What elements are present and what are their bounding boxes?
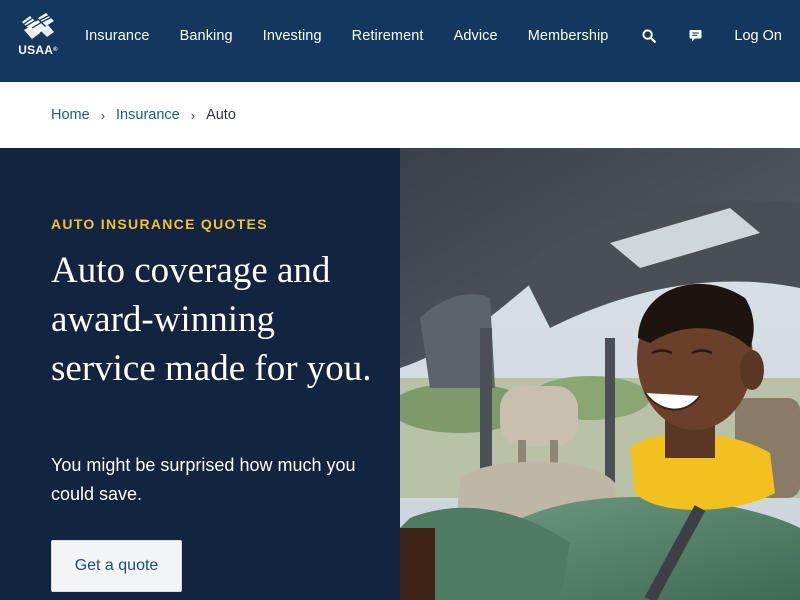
nav-investing[interactable]: Investing: [248, 28, 337, 44]
header-tools: Log On: [638, 0, 782, 72]
nav-membership[interactable]: Membership: [513, 28, 624, 44]
get-a-quote-button[interactable]: Get a quote: [51, 540, 182, 592]
eagle-logo-icon: [22, 13, 54, 39]
hero-banner: AUTO INSURANCE QUOTES Auto coverage and …: [0, 148, 800, 600]
chat-button[interactable]: [684, 29, 706, 43]
chat-icon: [689, 30, 702, 42]
nav-retirement[interactable]: Retirement: [337, 28, 439, 44]
usaa-logo[interactable]: USAA®: [16, 12, 60, 62]
breadcrumb-separator: ›: [190, 107, 196, 123]
breadcrumb: Home › Insurance › Auto: [51, 104, 236, 126]
breadcrumb-separator: ›: [100, 107, 106, 123]
search-button[interactable]: [638, 29, 660, 43]
hero-subtext: You might be surprised how much you coul…: [51, 455, 356, 504]
search-icon: [642, 29, 657, 43]
breadcrumb-home[interactable]: Home: [51, 107, 90, 123]
hero-image: [400, 148, 800, 600]
nav-banking[interactable]: Banking: [165, 28, 248, 44]
breadcrumb-insurance[interactable]: Insurance: [116, 107, 180, 123]
hero-text-panel: AUTO INSURANCE QUOTES Auto coverage and …: [0, 148, 400, 600]
smiling-driver-photo: [400, 148, 800, 600]
nav-advice[interactable]: Advice: [439, 28, 513, 44]
log-on-link[interactable]: Log On: [734, 28, 782, 44]
hero-headline: Auto coverage and award-winning service …: [51, 250, 372, 389]
breadcrumb-current: Auto: [206, 107, 236, 123]
hero-eyebrow: AUTO INSURANCE QUOTES: [51, 216, 268, 232]
logo-wordmark: USAA®: [18, 43, 58, 57]
primary-nav: Insurance Banking Investing Retirement A…: [70, 0, 623, 72]
top-navigation-bar: USAA® Insurance Banking Investing Retire…: [0, 0, 800, 82]
nav-insurance[interactable]: Insurance: [70, 28, 165, 44]
